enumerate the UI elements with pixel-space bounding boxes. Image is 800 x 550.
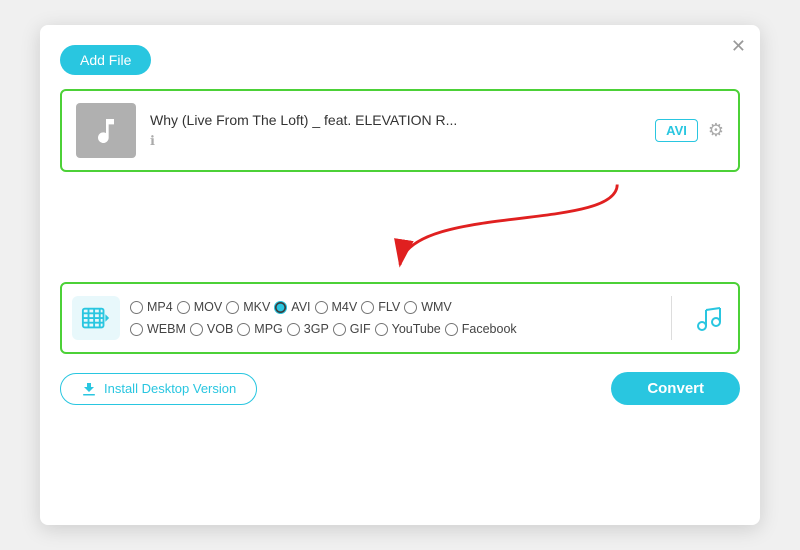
video-format-icon [81,303,111,333]
format-mkv[interactable]: MKV [226,300,270,314]
arrow-svg [60,172,740,282]
format-row-1: MP4 MOV MKV AVI M4V FLV WMV [130,300,655,314]
music-thumbnail [76,103,136,158]
file-title: Why (Live From The Loft) _ feat. ELEVATI… [150,112,655,128]
format-mov[interactable]: MOV [177,300,222,314]
format-facebook[interactable]: Facebook [445,322,517,336]
format-grid: MP4 MOV MKV AVI M4V FLV WMV WEBM VOB MPG… [130,300,655,336]
format-m4v[interactable]: M4V [315,300,358,314]
format-selector: MP4 MOV MKV AVI M4V FLV WMV WEBM VOB MPG… [60,282,740,354]
file-actions: AVI ⚙ [655,119,724,142]
audio-format-icon [692,302,724,334]
format-3gp[interactable]: 3GP [287,322,329,336]
format-flv[interactable]: FLV [361,300,400,314]
file-card: Why (Live From The Loft) _ feat. ELEVATI… [60,89,740,172]
convert-button[interactable]: Convert [611,372,740,405]
bottom-bar: Install Desktop Version Convert [60,372,740,405]
format-youtube[interactable]: YouTube [375,322,441,336]
close-button[interactable]: ✕ [731,37,746,55]
format-mp4[interactable]: MP4 [130,300,173,314]
video-icon-box [72,296,120,340]
divider [671,296,672,340]
add-file-button[interactable]: Add File [60,45,151,75]
arrow-area [60,172,740,282]
main-dialog: ✕ Add File Why (Live From The Loft) _ fe… [40,25,760,525]
install-button[interactable]: Install Desktop Version [60,373,257,405]
download-icon [81,381,97,397]
format-row-2: WEBM VOB MPG 3GP GIF YouTube Facebook [130,322,655,336]
info-icon[interactable]: ℹ [150,133,155,148]
format-badge: AVI [655,119,698,142]
format-vob[interactable]: VOB [190,322,233,336]
music-icon [90,115,122,147]
file-info: Why (Live From The Loft) _ feat. ELEVATI… [150,112,655,150]
audio-icon-box[interactable] [688,298,728,338]
format-wmv[interactable]: WMV [404,300,452,314]
format-mpg[interactable]: MPG [237,322,282,336]
settings-button[interactable]: ⚙ [708,120,724,141]
format-webm[interactable]: WEBM [130,322,186,336]
format-gif[interactable]: GIF [333,322,371,336]
format-avi[interactable]: AVI [274,300,310,314]
